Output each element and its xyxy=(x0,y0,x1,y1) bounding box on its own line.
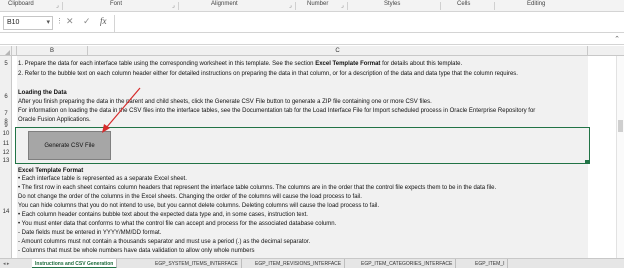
collapse-formula-bar-icon[interactable]: ⌃ xyxy=(614,35,620,43)
format-bullet: You can hide columns that you do not int… xyxy=(18,203,379,209)
format-bullet: • You must enter data that conforms to w… xyxy=(18,221,337,227)
worksheet-grid[interactable]: 1. Prepare the data for each interface t… xyxy=(12,56,624,258)
ribbon-group-labels: Clipboard ⌟ Font ⌟ Alignment ⌟ Number ⌟ … xyxy=(0,0,624,12)
sheet-nav-arrows-icon[interactable]: ◂ ▸ xyxy=(3,259,9,268)
row-header-12[interactable]: 12 xyxy=(0,150,12,156)
format-bullet: - Amount columns must not contain a thou… xyxy=(18,239,311,245)
tab-egp-item-revisions-interface[interactable]: EGP_ITEM_REVISIONS_INTERFACE xyxy=(252,259,346,268)
row-header-5[interactable]: 5 xyxy=(0,61,12,67)
excel-template-format-heading: Excel Template Format xyxy=(18,168,84,174)
name-box-value: B10 xyxy=(7,19,20,26)
select-all-button[interactable] xyxy=(0,46,12,56)
row-header-6[interactable]: 6 xyxy=(0,94,12,100)
tab-egp-system-items-interface[interactable]: EGP_SYSTEM_ITEMS_INTERFACE xyxy=(152,259,242,268)
enter-check-icon[interactable]: ✓ xyxy=(83,16,91,27)
generate-csv-file-button[interactable]: Generate CSV File xyxy=(28,131,111,160)
name-box[interactable]: B10 ▾ xyxy=(3,16,53,30)
format-bullet: • The first row in each sheet contains c… xyxy=(18,185,497,191)
chevron-down-icon[interactable]: ▾ xyxy=(46,18,50,26)
ribbon-divider xyxy=(62,2,63,10)
ribbon-group-editing: Editing xyxy=(527,1,546,7)
number-launcher-icon[interactable]: ⌟ xyxy=(341,2,344,9)
font-launcher-icon[interactable]: ⌟ xyxy=(172,2,175,9)
ribbon-divider xyxy=(295,2,296,10)
format-bullet: • Each column header contains bubble tex… xyxy=(18,212,308,218)
insert-function-icon[interactable]: fx xyxy=(100,16,107,26)
loading-data-heading: Loading the Data xyxy=(18,90,67,96)
loading-text-2: For information on loading the data in t… xyxy=(18,108,536,114)
tab-egp-item-categories-interface[interactable]: EGP_ITEM_CATEGORIES_INTERFACE xyxy=(358,259,457,268)
sheet-tabs-bar: ◂ ▸ Instructions and CSV Generation EGP_… xyxy=(0,258,624,268)
format-bullet: • Each interface table is represented as… xyxy=(18,176,187,182)
row-header-10[interactable]: 10 xyxy=(0,131,12,137)
vertical-scrollbar-thumb[interactable] xyxy=(618,120,623,132)
ribbon-divider xyxy=(347,2,348,10)
instruction-line-1-text: 1. Prepare the data for each interface t… xyxy=(18,61,316,67)
cancel-x-icon[interactable]: ✕ xyxy=(66,16,74,27)
formula-bar-expanded-area: ⌃ xyxy=(0,33,624,45)
format-bullet: - Date fields must be entered in YYYY/MM… xyxy=(18,230,162,236)
instruction-line-1-end: for details about this template. xyxy=(380,61,463,67)
ribbon-group-font: Font xyxy=(110,1,123,7)
format-bullet: Do not change the order of the columns i… xyxy=(18,194,362,200)
ribbon-divider xyxy=(440,2,441,10)
vertical-scrollbar[interactable] xyxy=(616,56,624,258)
column-header-c[interactable]: C xyxy=(88,46,588,56)
loading-text-1: After you finish preparing the data in t… xyxy=(18,99,432,105)
tab-egp-item-i[interactable]: EGP_ITEM_I xyxy=(472,259,509,268)
alignment-launcher-icon[interactable]: ⌟ xyxy=(289,2,292,9)
loading-text-3: Oracle Fusion Applications. xyxy=(18,117,91,123)
row-header-13[interactable]: 13 xyxy=(0,158,12,164)
ribbon-group-alignment: Alignment xyxy=(211,1,238,7)
ribbon-divider xyxy=(494,2,495,10)
format-bullet: - Columns that must be whole numbers hav… xyxy=(18,248,255,254)
ribbon-group-clipboard: Clipboard xyxy=(8,1,34,7)
clipboard-launcher-icon[interactable]: ⌟ xyxy=(56,2,59,9)
select-all-triangle-icon xyxy=(5,50,10,55)
row-header-9[interactable]: 9 xyxy=(0,123,12,129)
instruction-line-1: 1. Prepare the data for each interface t… xyxy=(18,61,462,68)
row-header-7[interactable]: 7 xyxy=(0,111,12,117)
excel-window: Clipboard ⌟ Font ⌟ Alignment ⌟ Number ⌟ … xyxy=(0,0,624,268)
column-header-b[interactable]: B xyxy=(17,46,88,56)
tab-instructions-and-csv-generation[interactable]: Instructions and CSV Generation xyxy=(32,259,118,268)
template-format-link-text: Excel Template Format xyxy=(315,61,381,67)
column-headers: B C xyxy=(0,46,624,56)
row-headers: 5 6 7 8 9 10 11 12 13 14 xyxy=(0,56,12,258)
ribbon-group-cells: Cells xyxy=(457,1,471,7)
ribbon-group-number: Number xyxy=(307,1,329,7)
row-header-11[interactable]: 11 xyxy=(0,141,12,147)
row-header-14[interactable]: 14 xyxy=(0,209,12,215)
ribbon-group-styles: Styles xyxy=(384,1,401,7)
formula-bar-resize-handle[interactable]: ⋮ xyxy=(56,17,63,25)
formula-bar: B10 ▾ ⋮ ✕ ✓ fx xyxy=(0,13,624,45)
fill-handle[interactable] xyxy=(585,160,589,164)
ribbon-divider xyxy=(178,2,179,10)
instruction-line-2: 2. Refer to the bubble text on each colu… xyxy=(18,71,518,77)
